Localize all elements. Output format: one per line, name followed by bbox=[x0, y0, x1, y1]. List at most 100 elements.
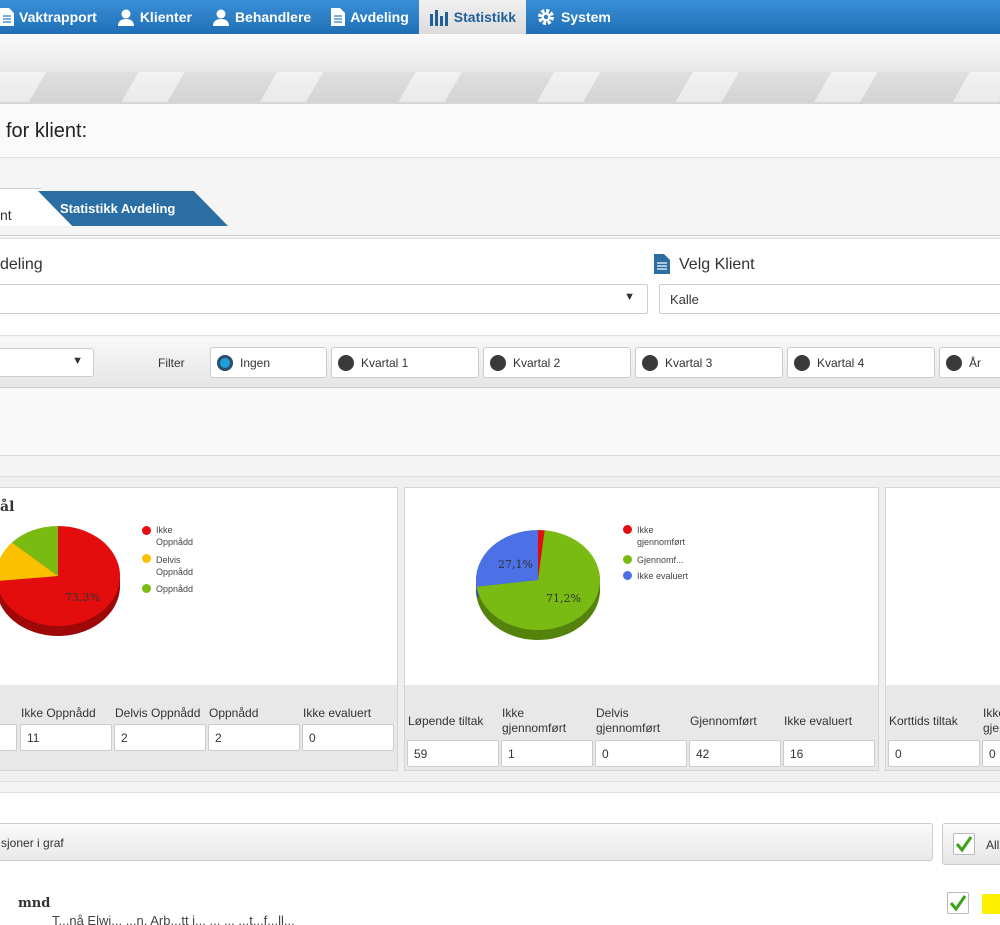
page-title: for klient: bbox=[6, 120, 88, 142]
user-icon bbox=[117, 8, 135, 26]
stat-delvis-gjennomfort: 0 bbox=[595, 740, 687, 767]
radio-icon bbox=[490, 354, 506, 371]
bar-chart-icon bbox=[429, 8, 449, 26]
stat-box-partial bbox=[0, 724, 17, 751]
color-swatch-yellow[interactable] bbox=[982, 894, 1000, 914]
filter-option-label: Kvartal 3 bbox=[665, 355, 713, 370]
tiltak-pie-chart: 27,1% 71,2% bbox=[476, 530, 600, 640]
nav-statistikk[interactable]: Statistikk bbox=[418, 0, 527, 34]
radio-icon bbox=[642, 354, 658, 371]
user-icon bbox=[212, 8, 230, 26]
klient-select[interactable]: Kalle bbox=[659, 284, 1000, 314]
check-icon bbox=[955, 836, 973, 853]
stat-ikke-evaluert: 0 bbox=[302, 724, 394, 751]
check-icon bbox=[949, 895, 967, 912]
pie-data-label: 73,3% bbox=[65, 591, 100, 604]
stat-delvis-oppnadd: 2 bbox=[114, 724, 206, 751]
filter-kvartal-1[interactable]: Kvartal 1 bbox=[331, 347, 479, 378]
filter-kvartal-4[interactable]: Kvartal 4 bbox=[787, 347, 935, 378]
klient-value: Kalle bbox=[670, 292, 699, 307]
stat-gjennomfort: 42 bbox=[689, 740, 781, 767]
legend-ikke-gjennomfort: Ikke gjennomført bbox=[637, 525, 686, 547]
top-nav: Vaktrapport Klienter Behandlere Avdeling… bbox=[0, 0, 1000, 34]
tab-label: nt bbox=[0, 207, 12, 223]
banner bbox=[0, 34, 1000, 104]
filter-option-label: År bbox=[969, 355, 981, 370]
legend-ikke-evaluert: Ikke evaluert bbox=[637, 571, 689, 581]
stat-label: Ikke gje bbox=[983, 706, 1000, 735]
stat-label: Ikke gjennomført bbox=[502, 706, 567, 735]
nav-avdeling[interactable]: Avdeling bbox=[321, 0, 419, 34]
nav-label: System bbox=[561, 9, 611, 25]
stat-ikke-gjennomfort-kort: 0 bbox=[982, 740, 1000, 767]
nav-system[interactable]: System bbox=[526, 0, 621, 34]
stat-label: Oppnådd bbox=[209, 706, 259, 720]
stat-label: Ikke Oppnådd bbox=[21, 706, 96, 720]
legend-ikke-oppnadd: Ikke Oppnådd bbox=[156, 525, 194, 547]
stat-label: Delvis Oppnådd bbox=[115, 706, 201, 720]
title-bar bbox=[0, 104, 1000, 158]
legend-dot-green bbox=[142, 584, 151, 593]
stat-label: Ikke evaluert bbox=[303, 706, 372, 720]
filter-ar[interactable]: År bbox=[939, 347, 1000, 378]
stat-lopende-tiltak: 59 bbox=[407, 740, 499, 767]
filter-label: Filter bbox=[158, 356, 185, 370]
versions-bar[interactable]: sjoner i graf bbox=[0, 823, 933, 861]
filter-option-label: Kvartal 2 bbox=[513, 355, 561, 370]
filter-kvartal-2[interactable]: Kvartal 2 bbox=[483, 347, 631, 378]
pie-data-label: 71,2% bbox=[546, 592, 581, 605]
nav-label: Statistikk bbox=[453, 9, 517, 25]
goals-chart-title: ål bbox=[0, 499, 15, 515]
document-icon bbox=[331, 8, 346, 26]
all-label: All bbox=[986, 838, 1000, 852]
filter-option-label: Ingen bbox=[240, 355, 271, 370]
nav-klienter[interactable]: Klienter bbox=[107, 0, 202, 34]
period-select[interactable]: ▼ bbox=[0, 348, 94, 377]
legend-dot-red bbox=[142, 526, 151, 535]
nav-label: Klienter bbox=[139, 9, 192, 25]
chevron-down-icon: ▼ bbox=[72, 355, 83, 367]
stat-label: Løpende tiltak bbox=[408, 714, 484, 728]
stat-ikke-oppnadd: 11 bbox=[20, 724, 112, 751]
radio-icon bbox=[946, 354, 962, 371]
nav-behandlere[interactable]: Behandlere bbox=[202, 0, 321, 34]
radio-selected-icon bbox=[217, 354, 233, 371]
document-icon bbox=[654, 254, 670, 279]
empty-band bbox=[0, 389, 1000, 456]
filter-kvartal-3[interactable]: Kvartal 3 bbox=[635, 347, 783, 378]
stat-label: Korttids tiltak bbox=[889, 714, 958, 728]
mnd-heading: mnd bbox=[18, 896, 51, 911]
tab-label: Statistikk Avdeling bbox=[60, 201, 176, 216]
checkbox-checked[interactable] bbox=[953, 833, 975, 855]
legend-gjennomfort: Gjennomf... bbox=[637, 555, 684, 565]
avdeling-select[interactable]: ▼ bbox=[0, 284, 648, 314]
nav-vaktrapport[interactable]: Vaktrapport bbox=[0, 0, 107, 34]
filter-option-label: Kvartal 4 bbox=[817, 355, 865, 370]
stat-label: Delvis gjennomført bbox=[596, 706, 661, 735]
avdeling-label: deling bbox=[0, 256, 43, 273]
legend-oppnadd: Oppnådd bbox=[156, 584, 194, 594]
velg-klient-label: Velg Klient bbox=[679, 256, 755, 273]
radio-icon bbox=[338, 354, 354, 371]
filter-ingen[interactable]: Ingen bbox=[210, 347, 327, 378]
row-checkbox-checked[interactable] bbox=[947, 892, 969, 914]
legend-dot-yellow bbox=[142, 554, 151, 563]
legend-dot-green bbox=[623, 555, 632, 564]
partial-text-line: T...nå Elwi... ...n. Arb...tt i... ... .… bbox=[52, 912, 552, 925]
nav-label: Behandlere bbox=[234, 9, 312, 25]
stat-oppnadd: 2 bbox=[208, 724, 300, 751]
stat-label: Ikke evaluert bbox=[784, 714, 853, 728]
stat-korttids-tiltak: 0 bbox=[888, 740, 980, 767]
all-toggle-button[interactable]: All bbox=[942, 823, 1000, 865]
legend-delvis-oppnadd: Delvis Oppnådd bbox=[156, 555, 194, 577]
stat-ikke-evaluert: 16 bbox=[783, 740, 875, 767]
nav-label: Avdeling bbox=[350, 9, 409, 25]
filter-option-label: Kvartal 1 bbox=[361, 355, 409, 370]
stat-ikke-gjennomfort: 1 bbox=[501, 740, 593, 767]
stat-label: Gjennomført bbox=[690, 714, 757, 728]
gear-icon bbox=[536, 7, 556, 27]
partial-text: T...nå Elwi... ...n. Arb...tt i... ... .… bbox=[52, 913, 295, 925]
legend-dot-red bbox=[623, 525, 632, 534]
legend-dot-blue bbox=[623, 571, 632, 580]
versions-label: sjoner i graf bbox=[1, 836, 64, 850]
